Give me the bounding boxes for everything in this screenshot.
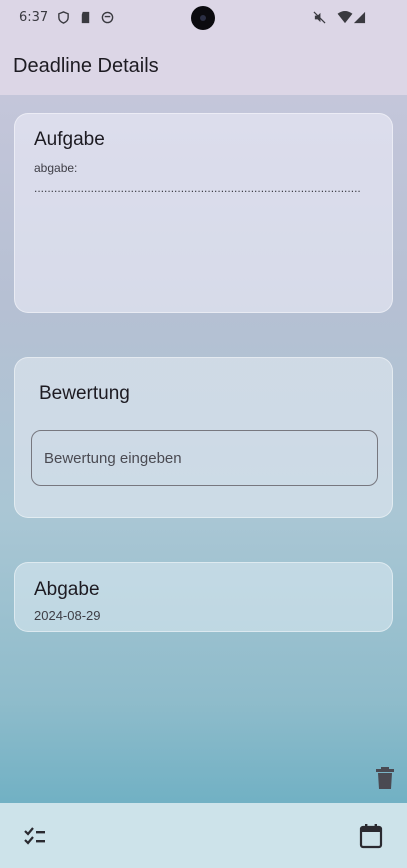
status-bar: 6:37	[0, 0, 407, 38]
page-title: Deadline Details	[13, 55, 159, 77]
calendar-icon[interactable]	[358, 823, 384, 849]
front-camera	[191, 6, 215, 30]
signal-icon	[353, 11, 366, 24]
shield-icon	[58, 11, 69, 24]
task-card: Aufgabe abgabe: ........................…	[14, 113, 393, 313]
sd-card-icon	[81, 11, 90, 24]
task-description: abgabe: ................................…	[34, 161, 361, 195]
task-card-title: Aufgabe	[34, 129, 105, 150]
wifi-icon	[337, 11, 353, 24]
app-bar: Deadline Details	[0, 38, 407, 95]
status-time: 6:37	[19, 10, 49, 25]
rating-card-title: Bewertung	[39, 383, 130, 404]
checklist-icon[interactable]	[22, 823, 48, 849]
rating-card: Bewertung	[14, 357, 393, 518]
delete-icon[interactable]	[374, 766, 396, 790]
rating-input[interactable]	[31, 430, 378, 486]
bottom-nav	[0, 803, 407, 868]
mute-icon	[313, 11, 326, 24]
due-card: Abgabe 2024-08-29	[14, 562, 393, 632]
due-card-title: Abgabe	[34, 579, 100, 600]
face-icon	[101, 11, 114, 24]
due-date: 2024-08-29	[34, 608, 101, 623]
